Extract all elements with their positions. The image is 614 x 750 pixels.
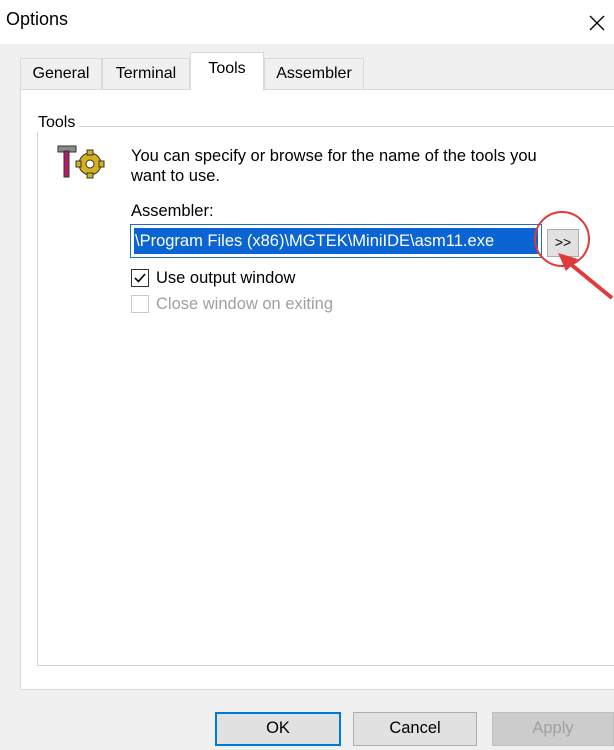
close-window-on-exiting-option: Close window on exiting (131, 293, 333, 315)
assembler-path-input[interactable]: \Program Files (x86)\MGTEK\MiniIDE\asm11… (130, 224, 542, 258)
close-button[interactable] (580, 6, 614, 38)
tab-assembler[interactable]: Assembler (264, 58, 364, 90)
use-output-window-label: Use output window (156, 268, 296, 287)
title-bar: Options (0, 0, 614, 44)
ok-button[interactable]: OK (215, 712, 341, 746)
close-icon (589, 15, 605, 31)
tools-group-label: Tools (34, 114, 80, 132)
tools-groupbox (37, 126, 614, 666)
tab-general[interactable]: General (20, 58, 102, 90)
assembler-path-value: \Program Files (x86)\MGTEK\MiniIDE\asm11… (134, 228, 538, 254)
red-arrow-icon (558, 253, 614, 300)
tab-terminal[interactable]: Terminal (102, 58, 190, 90)
options-dialog: Options General Terminal Tools Assembler… (0, 0, 614, 750)
tab-tools[interactable]: Tools (190, 52, 264, 90)
close-window-on-exiting-label: Close window on exiting (156, 294, 334, 313)
close-window-on-exiting-checkbox (131, 295, 149, 313)
window-title: Options (6, 9, 69, 29)
checkmark-icon (134, 273, 146, 283)
assembler-label: Assembler: (131, 202, 214, 220)
cancel-button[interactable]: Cancel (353, 712, 477, 746)
apply-button: Apply (492, 712, 614, 746)
use-output-window-option[interactable]: Use output window (131, 267, 295, 289)
use-output-window-checkbox[interactable] (131, 269, 149, 287)
tools-description: You can specify or browse for the name o… (131, 147, 537, 185)
tools-icon (56, 142, 106, 186)
